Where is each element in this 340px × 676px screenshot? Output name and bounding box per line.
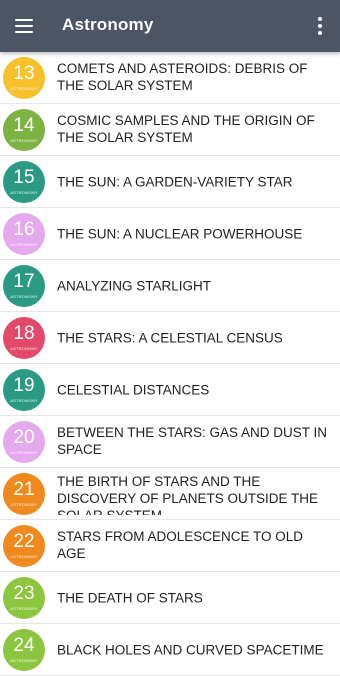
chapter-number-badge: 21 ASTRONOMY [3,473,45,515]
chapter-badge-sublabel: ASTRONOMY [10,346,38,351]
chapter-title: THE DEATH OF STARS [57,590,203,605]
chapter-number-badge: 24 ASTRONOMY [3,629,45,671]
chapter-number-badge: 20 ASTRONOMY [3,421,45,463]
chapter-number: 23 [13,583,35,604]
chapter-title: THE STARS: A CELESTIAL CENSUS [57,330,283,345]
chapter-number-badge: 23 ASTRONOMY [3,577,45,619]
chapter-number-badge: 22 ASTRONOMY [3,525,45,567]
chapter-number-badge: 14 ASTRONOMY [3,109,45,151]
chapter-number: 22 [13,531,35,552]
chapter-number-badge: 18 ASTRONOMY [3,317,45,359]
app-bar: Astronomy [0,0,340,52]
list-item[interactable]: 15 ASTRONOMY THE SUN: A GARDEN-VARIETY STA… [0,156,340,208]
list-item[interactable]: 20 ASTRONOMY BETWEEN THE STARS: GAS AND DU… [0,416,340,468]
list-item[interactable]: 24 ASTRONOMY BLACK HOLES AND CURVED SPACET… [0,624,340,676]
chapter-title: STARS FROM ADOLESCENCE TO OLD AGE [57,529,304,561]
chapter-badge-sublabel: ASTRONOMY [10,554,38,559]
chapter-title: COMETS AND ASTEROIDS: DEBRIS OF THE SOLA… [57,61,308,93]
more-options-icon[interactable] [308,14,332,38]
list-item[interactable]: 16 ASTRONOMY THE SUN: A NUCLEAR POWERHOUSE [0,208,340,260]
list-item[interactable]: 17 ASTRONOMY ANALYZING STARLIGHT [0,260,340,312]
list-item[interactable]: 19 ASTRONOMY CELESTIAL DISTANCES [0,364,340,416]
chapter-badge-sublabel: ASTRONOMY [10,502,38,507]
chapter-badge-sublabel: ASTRONOMY [10,242,38,247]
chapter-badge-sublabel: ASTRONOMY [10,450,38,455]
chapter-number: 17 [13,271,35,292]
chapter-number: 15 [13,167,35,188]
chapter-number-badge: 15 ASTRONOMY [3,161,45,203]
chapter-number: 16 [13,219,35,240]
page-title: Astronomy [62,15,154,34]
chapter-title: THE SUN: A NUCLEAR POWERHOUSE [57,226,303,241]
chapter-number-badge: 19 ASTRONOMY [3,369,45,411]
list-item[interactable]: 13 ASTRONOMY COMETS AND ASTEROIDS: DEBRIS … [0,52,340,104]
chapter-number-badge: 17 ASTRONOMY [3,265,45,307]
chapter-title: BLACK HOLES AND CURVED SPACETIME [57,642,324,657]
chapter-title: THE SUN: A GARDEN-VARIETY STAR [57,174,293,189]
chapter-number: 21 [13,479,35,500]
chapter-number-badge: 16 ASTRONOMY [3,213,45,255]
list-item[interactable]: 21 ASTRONOMY THE BIRTH OF STARS AND THE DI… [0,468,340,520]
chapter-number: 24 [13,635,35,656]
list-item[interactable]: 14 ASTRONOMY COSMIC SAMPLES AND THE ORIGIN… [0,104,340,156]
chapter-number-badge: 13 ASTRONOMY [3,57,45,99]
chapter-number: 14 [13,115,35,136]
list-item[interactable]: 22 ASTRONOMY STARS FROM ADOLESCENCE TO OLD… [0,520,340,572]
chapter-number: 20 [13,427,35,448]
chapter-title: ANALYZING STARLIGHT [57,278,212,293]
chapter-badge-sublabel: ASTRONOMY [10,294,38,299]
chapter-badge-sublabel: ASTRONOMY [10,658,38,663]
chapter-badge-sublabel: ASTRONOMY [10,138,38,143]
chapter-badge-sublabel: ASTRONOMY [10,606,38,611]
chapter-list: 13 ASTRONOMY COMETS AND ASTEROIDS: DEBRIS … [0,52,340,676]
list-item[interactable]: 18 ASTRONOMY THE STARS: A CELESTIAL CENSUS [0,312,340,364]
chapter-title: BETWEEN THE STARS: GAS AND DUST IN SPACE [57,425,328,457]
chapter-badge-sublabel: ASTRONOMY [10,190,38,195]
chapter-number: 13 [13,63,35,84]
chapter-badge-sublabel: ASTRONOMY [10,86,38,91]
chapter-number: 18 [13,323,35,344]
menu-icon[interactable] [10,12,38,40]
chapter-title: THE BIRTH OF STARS AND THE DISCOVERY OF … [57,474,319,515]
list-item[interactable]: 23 ASTRONOMY THE DEATH OF STARS [0,572,340,624]
chapter-badge-sublabel: ASTRONOMY [10,398,38,403]
chapter-title: CELESTIAL DISTANCES [57,382,210,397]
chapter-number: 19 [13,375,35,396]
chapter-title: COSMIC SAMPLES AND THE ORIGIN OF THE SOL… [57,113,315,145]
